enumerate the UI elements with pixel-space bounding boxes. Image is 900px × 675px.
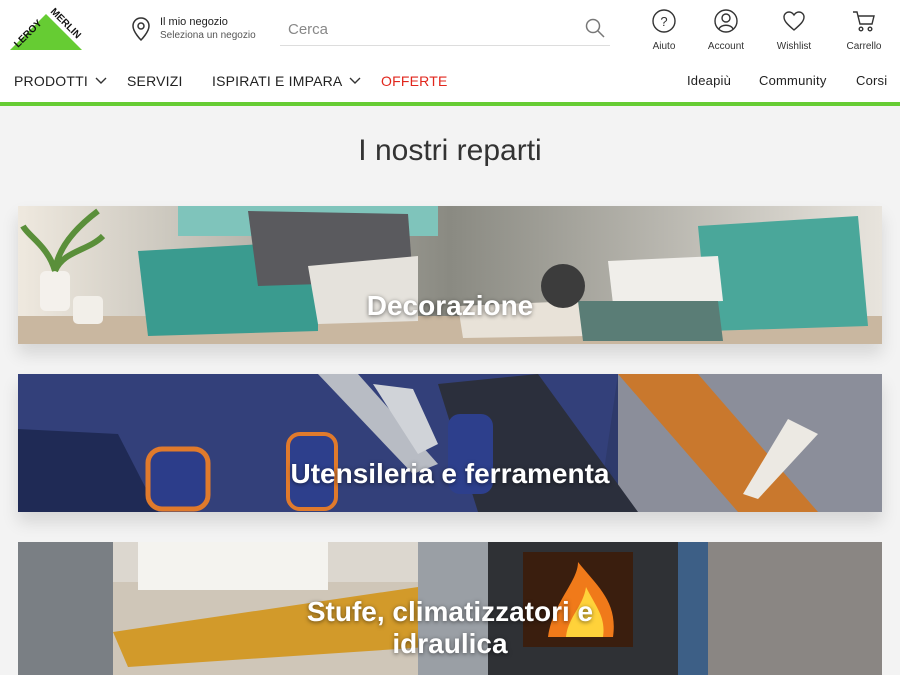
help-label: Aiuto [652, 41, 676, 52]
help-button[interactable]: ? Aiuto [632, 6, 696, 54]
nav-offerte[interactable]: OFFERTE [381, 73, 447, 89]
utensileria-image [18, 374, 882, 512]
account-button[interactable]: Account [694, 6, 758, 54]
nav-servizi-label: SERVIZI [127, 73, 183, 89]
department-label: Stufe, climatizzatori e idraulica [18, 596, 882, 660]
page-title: I nostri reparti [358, 134, 542, 167]
department-card-stufe[interactable]: Stufe, climatizzatori e idraulica [18, 542, 882, 675]
department-label: Decorazione [366, 290, 534, 321]
location-pin-icon [132, 17, 150, 42]
cart-icon [853, 11, 875, 32]
heart-icon [783, 11, 805, 31]
nav-prodotti-label: PRODOTTI [14, 73, 88, 89]
wishlist-button[interactable]: Wishlist [762, 6, 826, 54]
search-icon[interactable] [584, 17, 606, 39]
nav-servizi[interactable]: SERVIZI [127, 73, 183, 89]
department-card-decorazione[interactable]: Decorazione [18, 206, 882, 344]
department-card-utensileria[interactable]: Utensileria e ferramenta [18, 374, 882, 512]
logo-link[interactable]: LEROY MERLIN [0, 0, 125, 56]
nav-ispirati-label: ISPIRATI E IMPARA [212, 73, 343, 89]
nav-ideapiu[interactable]: Ideapiù [687, 73, 731, 88]
cart-button[interactable]: Carrello [832, 6, 896, 54]
nav-prodotti[interactable]: PRODOTTI [14, 73, 108, 89]
store-title: Il mio negozio [160, 16, 228, 28]
nav-corsi[interactable]: Corsi [856, 73, 887, 88]
leroy-merlin-logo: LEROY MERLIN [10, 6, 83, 50]
main-navigation: PRODOTTI SERVIZI ISPIRATI E IMPARA OFFER… [0, 56, 900, 106]
account-label: Account [707, 41, 745, 52]
department-label: Utensileria e ferramenta [290, 458, 610, 489]
department-label-line1: Stufe, climatizzatori e [306, 596, 594, 627]
help-icon: ? [652, 9, 676, 33]
nav-community[interactable]: Community [759, 73, 827, 88]
nav-offerte-label: OFFERTE [381, 73, 448, 89]
department-label-line2: idraulica [392, 628, 508, 659]
nav-ideapiu-label: Ideapiù [687, 73, 732, 88]
account-icon [714, 9, 738, 33]
store-subtitle: Seleziona un negozio [160, 30, 256, 41]
chevron-down-icon [349, 77, 361, 84]
nav-community-label: Community [759, 73, 827, 88]
top-header: LEROY MERLIN Il mio negozio Seleziona un… [0, 0, 900, 56]
search-bar [280, 10, 610, 46]
chevron-down-icon [95, 77, 107, 84]
nav-corsi-label: Corsi [856, 73, 888, 88]
nav-ispirati[interactable]: ISPIRATI E IMPARA [212, 73, 362, 89]
decorazione-image [18, 206, 882, 344]
cart-label: Carrello [846, 41, 882, 52]
wishlist-label: Wishlist [776, 41, 812, 52]
store-selector[interactable]: Il mio negozio Seleziona un negozio [130, 12, 256, 46]
svg-text:?: ? [660, 14, 667, 29]
search-input[interactable] [288, 18, 568, 40]
